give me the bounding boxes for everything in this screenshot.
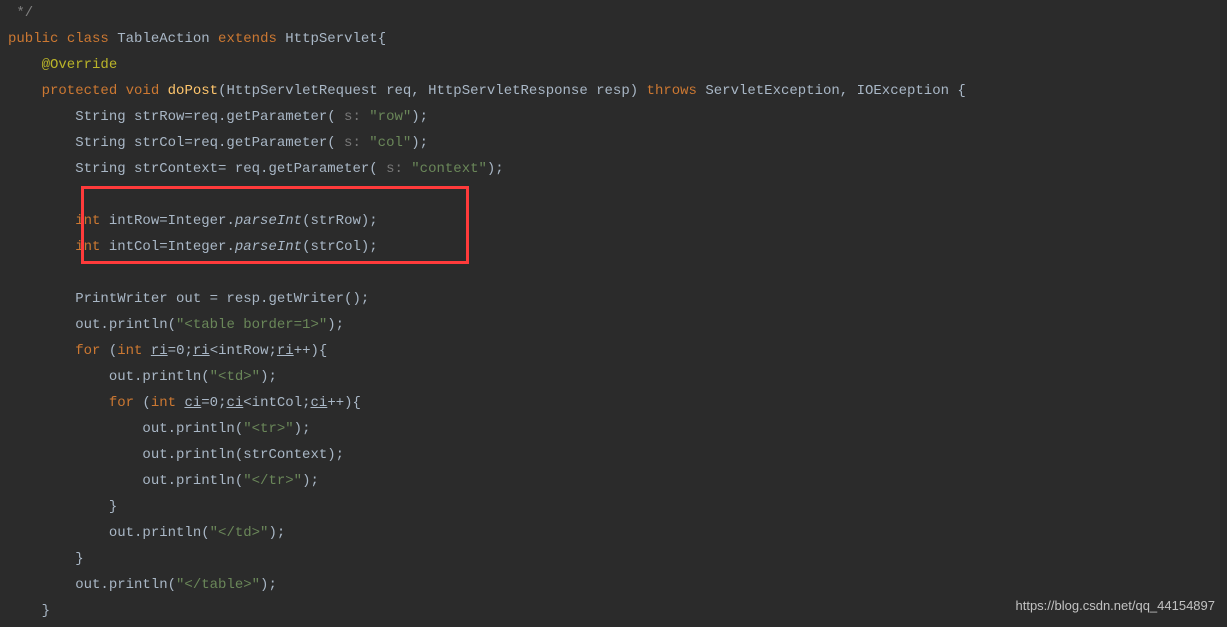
- code-line: }: [8, 546, 1219, 572]
- code-line: for (int ci=0;ci<intCol;ci++){: [8, 390, 1219, 416]
- code-editor[interactable]: */ public class TableAction extends Http…: [8, 0, 1219, 624]
- code-line: protected void doPost(HttpServletRequest…: [8, 78, 1219, 104]
- code-line: [8, 260, 1219, 286]
- code-line: out.println("<td>");: [8, 364, 1219, 390]
- code-line: String strContext= req.getParameter( s: …: [8, 156, 1219, 182]
- code-line: PrintWriter out = resp.getWriter();: [8, 286, 1219, 312]
- code-line: out.println("</td>");: [8, 520, 1219, 546]
- code-line: String strRow=req.getParameter( s: "row"…: [8, 104, 1219, 130]
- code-line: int intRow=Integer.parseInt(strRow);: [8, 208, 1219, 234]
- watermark-text: https://blog.csdn.net/qq_44154897: [1016, 593, 1216, 619]
- code-line: @Override: [8, 52, 1219, 78]
- code-line: */: [8, 0, 1219, 26]
- code-line: }: [8, 494, 1219, 520]
- code-line: out.println(strContext);: [8, 442, 1219, 468]
- code-line: out.println("<table border=1>");: [8, 312, 1219, 338]
- code-line: for (int ri=0;ri<intRow;ri++){: [8, 338, 1219, 364]
- code-line: out.println("<tr>");: [8, 416, 1219, 442]
- code-line: [8, 182, 1219, 208]
- code-line: public class TableAction extends HttpSer…: [8, 26, 1219, 52]
- code-line: out.println("</tr>");: [8, 468, 1219, 494]
- code-line: String strCol=req.getParameter( s: "col"…: [8, 130, 1219, 156]
- code-line: int intCol=Integer.parseInt(strCol);: [8, 234, 1219, 260]
